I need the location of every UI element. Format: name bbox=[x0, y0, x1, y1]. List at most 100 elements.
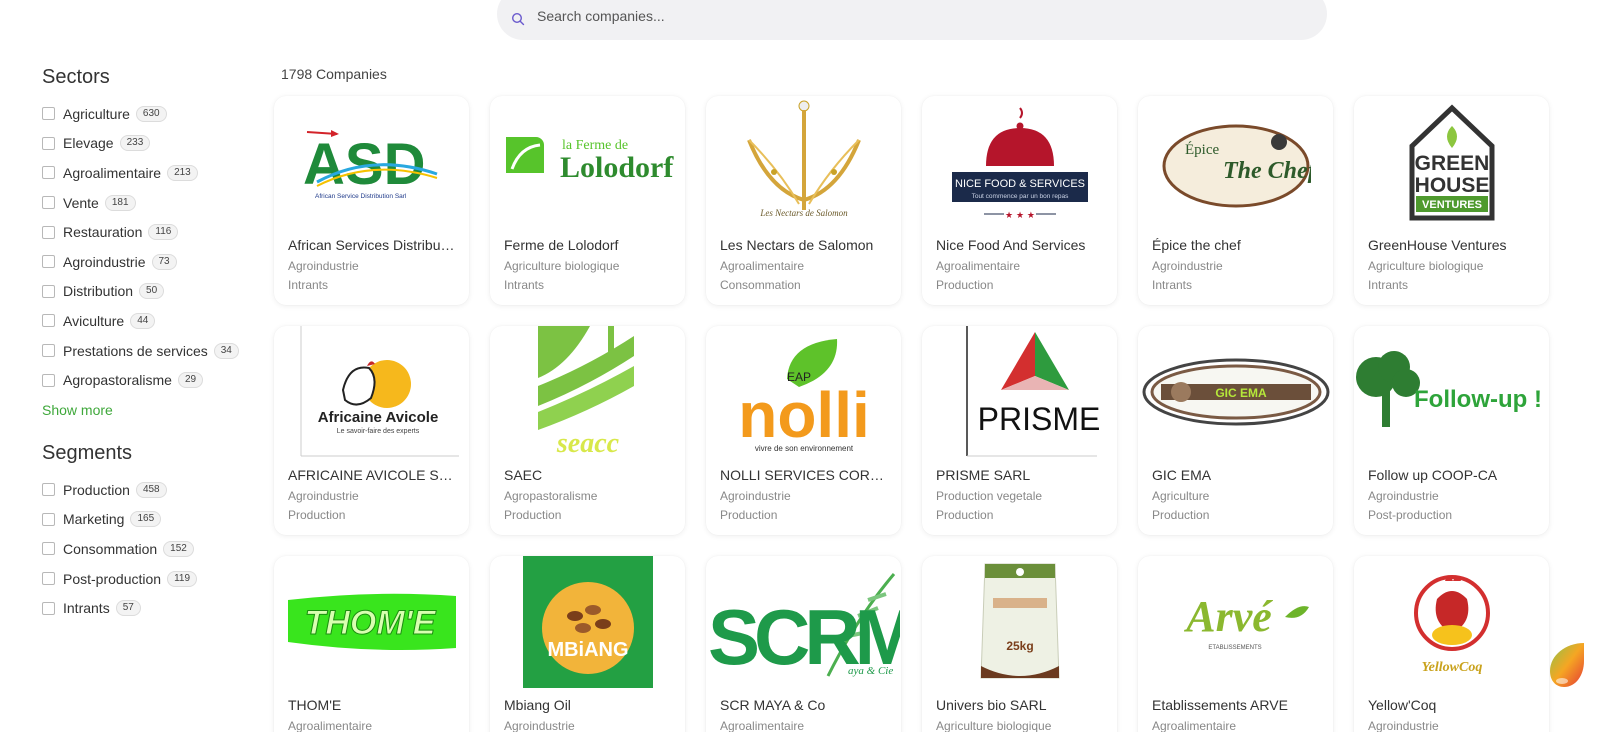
companies-page: Sectors Agriculture 630 Elevage 233 Agroalim… bbox=[0, 0, 1600, 732]
filter-count-badge: 152 bbox=[163, 540, 194, 557]
company-card[interactable]: MBiANG Mbiang Oil Agroindustrie bbox=[490, 556, 685, 732]
company-segment: Post-production bbox=[1368, 508, 1453, 522]
filter-checkbox[interactable] bbox=[42, 314, 55, 328]
sector-filter-elevage[interactable]: Elevage 233 bbox=[42, 129, 252, 159]
company-sector: Agroindustrie bbox=[1368, 489, 1439, 503]
scrmaya-logo-sub: aya & Cie bbox=[848, 665, 893, 677]
company-name: GreenHouse Ventures bbox=[1368, 237, 1507, 253]
nolli-logo: EAP nolli vivre de son environnement bbox=[706, 326, 901, 458]
search-input[interactable] bbox=[537, 7, 1237, 24]
company-sector: Agropastoralisme bbox=[504, 489, 598, 503]
sector-filter-agroindustrie[interactable]: Agroindustrie 73 bbox=[42, 247, 252, 277]
epice-logo-text-a: Épice bbox=[1185, 141, 1219, 158]
segments-heading: Segments bbox=[42, 441, 133, 464]
saec-logo-text: seacc bbox=[555, 428, 619, 458]
nolli-logo-sub: vivre de son environnement bbox=[754, 444, 853, 453]
filter-checkbox[interactable] bbox=[42, 225, 55, 239]
sector-filter-vente[interactable]: Vente 181 bbox=[42, 188, 252, 218]
filter-label: Intrants bbox=[63, 600, 110, 617]
segment-filter-marketing[interactable]: Marketing 165 bbox=[42, 505, 252, 535]
gicema-logo: GIC EMA bbox=[1138, 326, 1333, 458]
company-name: Nice Food And Services bbox=[936, 237, 1086, 253]
segment-filter-consommation[interactable]: Consommation 152 bbox=[42, 534, 252, 564]
company-card[interactable]: SCRM aya & Cie SCR MAYA & Co Agroalimenta… bbox=[706, 556, 901, 732]
company-card[interactable]: YellowCoq Yellow'Coq Agroindustrie bbox=[1354, 556, 1549, 732]
filter-count-badge: 116 bbox=[148, 224, 179, 241]
greenhouse-logo-text-c: VENTURES bbox=[1422, 199, 1482, 211]
sector-filter-agroalimentaire[interactable]: Agroalimentaire 213 bbox=[42, 158, 252, 188]
company-sector: Agroalimentaire bbox=[288, 719, 373, 732]
company-card[interactable]: Africaine Avicole Le savoir-faire des ex… bbox=[274, 326, 469, 535]
company-card[interactable]: ASD African Service Distribution Sarl Af… bbox=[274, 96, 469, 305]
company-card[interactable]: PRISME PRISME SARL Production vegetale Pro… bbox=[922, 326, 1117, 535]
sector-filter-agropastoralisme[interactable]: Agropastoralisme 29 bbox=[42, 365, 252, 395]
company-name: PRISME SARL bbox=[936, 467, 1031, 483]
sector-filter-distribution[interactable]: Distribution 50 bbox=[42, 277, 252, 307]
results-count: 1798 Companies bbox=[281, 66, 387, 82]
company-card[interactable]: Follow-up ! Follow up COOP-CA Agroindustr… bbox=[1354, 326, 1549, 535]
sectors-heading: Sectors bbox=[42, 66, 110, 88]
filter-count-badge: 165 bbox=[130, 511, 162, 528]
lolodorf-logo: la Ferme de Lolodorf bbox=[490, 96, 685, 228]
company-card[interactable]: THOM'E THOM'E Agroalimentaire bbox=[274, 556, 469, 732]
company-card[interactable]: seacc SAEC Agropastoralisme Production bbox=[490, 326, 685, 535]
company-segment: Intrants bbox=[288, 278, 329, 292]
filter-checkbox[interactable] bbox=[42, 512, 55, 526]
nectars-logo: Les Nectars de Salomon bbox=[706, 96, 901, 228]
company-sector: Agriculture biologique bbox=[936, 719, 1052, 732]
filter-checkbox[interactable] bbox=[42, 196, 55, 210]
greenhouse-logo-text-a: GREEN bbox=[1414, 152, 1489, 175]
asd-logo-sub: African Service Distribution Sarl bbox=[315, 193, 407, 200]
nicefood-logo-text: NICE FOOD & SERVICES bbox=[955, 178, 1085, 190]
chat-assistant-icon[interactable] bbox=[1546, 641, 1586, 691]
company-segment: Production bbox=[504, 508, 562, 522]
company-card[interactable]: Les Nectars de Salomon Les Nectars de Sa… bbox=[706, 96, 901, 305]
company-segment: Production bbox=[936, 508, 994, 522]
company-sector: Agroindustrie bbox=[288, 489, 359, 503]
filter-label: Agroindustrie bbox=[63, 253, 146, 270]
sector-filter-aviculture[interactable]: Aviculture 44 bbox=[42, 306, 252, 336]
filter-checkbox[interactable] bbox=[42, 136, 55, 150]
filter-count-badge: 181 bbox=[104, 194, 136, 211]
segment-filter-post-production[interactable]: Post-production 119 bbox=[42, 564, 252, 594]
filter-checkbox[interactable] bbox=[42, 601, 55, 615]
filter-checkbox[interactable] bbox=[42, 483, 55, 497]
epice-logo: Épice The Chef bbox=[1138, 96, 1333, 228]
company-card[interactable]: Épice The Chef Épice the chef Agroindustr… bbox=[1138, 96, 1333, 305]
segment-filter-intrants[interactable]: Intrants 57 bbox=[42, 593, 252, 623]
filter-checkbox[interactable] bbox=[42, 255, 55, 269]
company-sector: Agroalimentaire bbox=[720, 719, 805, 732]
nicefood-logo-sub: Tout commence par un bon repas bbox=[971, 193, 1069, 200]
company-card[interactable]: Arvé ETABLISSEMENTS Etablissements ARVE A… bbox=[1138, 556, 1333, 732]
sector-filter-agriculture[interactable]: Agriculture 630 bbox=[42, 99, 252, 129]
filter-label: Elevage bbox=[63, 135, 114, 152]
company-name: SAEC bbox=[504, 467, 543, 483]
company-name: Univers bio SARL bbox=[936, 697, 1047, 713]
sector-filter-restauration[interactable]: Restauration 116 bbox=[42, 217, 252, 247]
sector-filter-list: Agriculture 630 Elevage 233 Agroalimentaire 2… bbox=[42, 99, 252, 395]
company-card[interactable]: EAP nolli vivre de son environnement NOL… bbox=[706, 326, 901, 535]
company-card[interactable]: NICE FOOD & SERVICES Tout commence par u… bbox=[922, 96, 1117, 305]
filter-count-badge: 50 bbox=[139, 283, 165, 300]
segment-filter-production[interactable]: Production 458 bbox=[42, 475, 252, 505]
nolli-logo-text: nolli bbox=[738, 379, 870, 451]
company-card[interactable]: GREEN HOUSE VENTURES GreenHouse Ventures… bbox=[1354, 96, 1549, 305]
search-bar[interactable] bbox=[497, 0, 1327, 40]
company-segment: Production bbox=[288, 508, 346, 522]
filter-checkbox[interactable] bbox=[42, 572, 55, 586]
show-more-link[interactable]: Show more bbox=[42, 402, 113, 418]
company-card[interactable]: 25kg Univers bio SARL Agriculture biologi… bbox=[922, 556, 1117, 732]
filter-checkbox[interactable] bbox=[42, 166, 55, 180]
filter-checkbox[interactable] bbox=[42, 284, 55, 298]
filter-checkbox[interactable] bbox=[42, 344, 55, 358]
filter-checkbox[interactable] bbox=[42, 373, 55, 387]
sector-filter-prestations-de-services[interactable]: Prestations de services 34 bbox=[42, 336, 252, 366]
filter-checkbox[interactable] bbox=[42, 542, 55, 556]
filter-checkbox[interactable] bbox=[42, 107, 55, 121]
company-card[interactable]: la Ferme de Lolodorf Ferme de Lolodorf Ag… bbox=[490, 96, 685, 305]
company-sector: Agriculture biologique bbox=[1368, 259, 1484, 273]
avicole-logo: Africaine Avicole Le savoir-faire des ex… bbox=[274, 326, 469, 458]
arve-logo: Arvé ETABLISSEMENTS bbox=[1138, 556, 1333, 688]
filter-count-badge: 458 bbox=[135, 481, 167, 498]
company-card[interactable]: GIC EMA GIC EMA Agriculture Production bbox=[1138, 326, 1333, 535]
